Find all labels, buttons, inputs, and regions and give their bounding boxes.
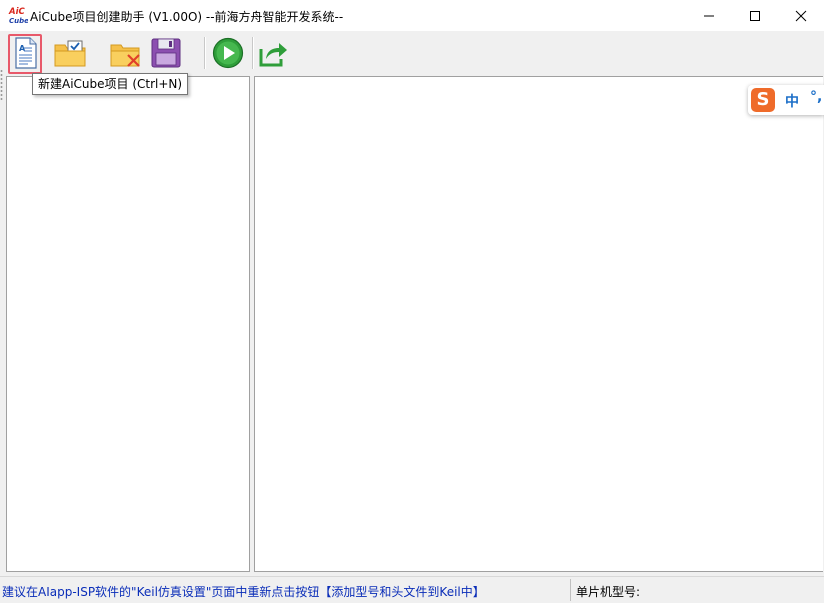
close-project-button[interactable] — [108, 34, 144, 72]
chip-model-label: 单片机型号: — [576, 585, 641, 599]
ime-punctuation-indicator[interactable]: °, — [810, 89, 822, 105]
folder-delete-icon — [110, 44, 140, 67]
new-project-button-highlight — [8, 34, 42, 74]
toolbar: A — [0, 31, 824, 101]
close-icon — [795, 10, 807, 21]
status-separator — [570, 579, 571, 601]
maximize-icon — [750, 10, 760, 21]
title-bar: AiC Cube AiCube项目创建助手 (V1.00O) --前海方舟智能开… — [0, 0, 824, 31]
logo-text-top: AiC — [8, 7, 25, 17]
minimize-button[interactable] — [686, 0, 732, 31]
ime-logo-icon[interactable]: S — [751, 88, 775, 112]
toolbar-grip[interactable] — [0, 69, 3, 101]
ime-toolbar[interactable]: S 中 °, — [748, 85, 824, 115]
content-panel[interactable] — [254, 76, 823, 572]
share-arrow-icon — [259, 43, 287, 67]
ime-mode-indicator[interactable]: 中 — [785, 91, 799, 111]
toolbar-separator — [204, 37, 206, 69]
minimize-icon — [704, 15, 714, 16]
logo-text-bottom: Cube — [9, 17, 28, 25]
status-bar: 建议在AIapp-ISP软件的"Keil仿真设置"页面中重新点击按钮【添加型号和… — [0, 576, 824, 603]
status-message: 建议在AIapp-ISP软件的"Keil仿真设置"页面中重新点击按钮【添加型号和… — [2, 585, 485, 599]
play-icon — [212, 37, 244, 69]
project-tree-panel[interactable] — [6, 76, 250, 572]
run-button[interactable] — [210, 34, 246, 72]
toolbar-separator — [252, 37, 254, 69]
maximize-button[interactable] — [732, 0, 778, 31]
window-title: AiCube项目创建助手 (V1.00O) --前海方舟智能开发系统-- — [30, 10, 344, 24]
close-button[interactable] — [778, 0, 824, 31]
export-button[interactable] — [256, 34, 290, 72]
folder-check-icon — [54, 40, 86, 67]
app-logo-icon: AiC Cube — [8, 5, 29, 25]
open-project-button[interactable] — [52, 34, 88, 72]
floppy-disk-icon — [151, 38, 181, 68]
new-project-tooltip: 新建AiCube项目 (Ctrl+N) — [32, 73, 189, 95]
save-project-button[interactable] — [148, 34, 184, 72]
